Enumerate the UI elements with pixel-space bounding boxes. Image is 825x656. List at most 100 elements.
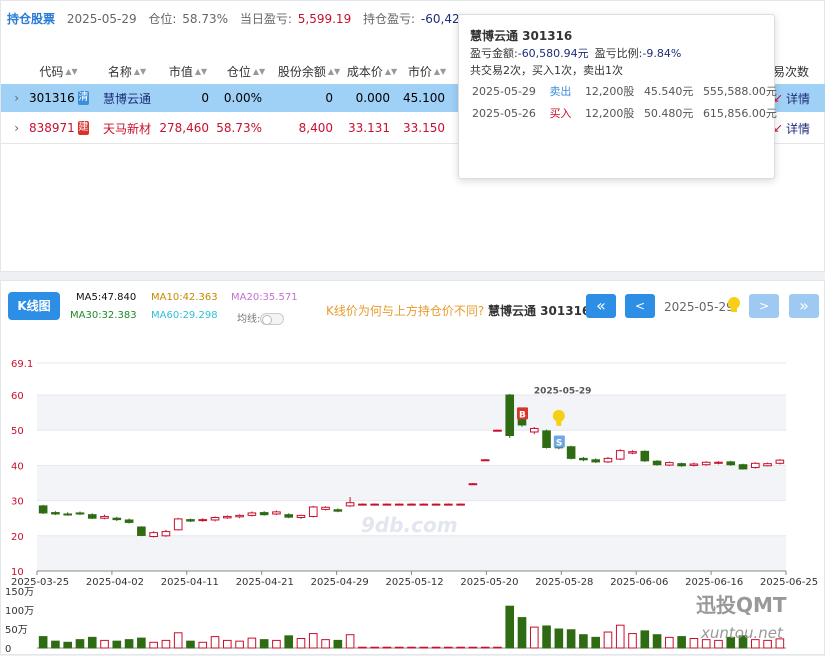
brand-logo: 迅投QMT [696,593,787,617]
candle-body [333,509,343,512]
kline-panel: K线图 MA5:47.840 MA10:42.363 MA20:35.571 M… [0,280,825,655]
brand-url: xuntou.net [700,624,784,642]
ma60-label: MA60:29.298 [151,310,218,321]
trade-row: 2025-05-29 卖出 12,200股 45.540元 555,588.00… [472,85,777,98]
kline-stock-name: 慧博云通 301316 [488,304,591,318]
prev-button[interactable]: < [625,294,655,318]
vol-tick-label: 150万 [5,587,34,598]
holdings-tab-title[interactable]: 持仓股票 [7,12,55,26]
y-tick-label: 60 [11,391,24,402]
volume-bar [247,637,257,649]
candle-body [358,503,367,506]
col-position[interactable]: 仓位 ▲▼ [227,59,265,83]
expand-icon[interactable]: › [9,114,19,142]
next-button[interactable]: > [749,294,779,318]
sell-marker-label: S [556,439,562,449]
shares: 8,400 [298,121,333,135]
kline-chart[interactable]: 69.16050403020109db.com2025-03-25 2025-04… [1,341,824,656]
y-tick-label: 69.1 [11,359,33,370]
volume-bar [63,641,73,649]
col-name[interactable]: 名称 ▲▼ [105,59,149,83]
stock-code: 301316 [29,91,75,105]
candle-body [345,502,355,507]
position-value: 58.73% [182,12,229,26]
volume-bar [198,641,208,649]
last-button[interactable]: » [789,294,819,318]
col-trade-count[interactable]: 易次数 [771,59,811,83]
volume-bar [677,636,686,649]
volume-bar [112,640,122,649]
detail-link[interactable]: 详情 [784,114,810,142]
volume-bar [640,630,650,649]
volume-bar [333,639,343,649]
expand-icon[interactable]: › [9,84,19,112]
volume-bar [566,629,576,649]
volume-bar [444,646,453,649]
volume-bar [321,639,330,649]
shares: 0 [325,91,333,105]
volume-bar [652,634,662,649]
col-shares[interactable]: 股份余额 ▲▼ [277,59,341,83]
volume-bar [210,636,220,649]
candle-body [38,505,48,514]
price-diff-question[interactable]: K线价为何与上方持仓价不同? [326,302,484,319]
avg-line-toggle[interactable]: 均线: [237,310,285,325]
col-code[interactable]: 代码 ▲▼ [39,59,77,83]
position-label: 仓位: [148,12,177,26]
volume-bar [308,633,318,649]
col-price[interactable]: 市价 ▲▼ [406,59,448,83]
stock-name[interactable]: 天马新材 [101,114,151,142]
volume-bar [284,635,294,649]
candle-body [124,519,134,523]
marker-bulb-base [556,420,562,426]
volume-bar [603,631,613,649]
position-pct: 0.00% [223,91,262,105]
y-tick-label: 20 [11,532,24,543]
candle-body [296,514,306,519]
candle-body [173,518,183,531]
candle-body [726,461,736,466]
grid-band [37,465,786,501]
kline-tab[interactable]: K线图 [8,292,60,320]
candle-body [321,506,330,510]
watermark: 9db.com [361,513,458,537]
candle-body [763,463,772,467]
volume-bar [419,646,429,649]
candle-body [640,450,650,462]
candle-body [100,515,109,519]
col-cost[interactable]: 成本价 ▲▼ [346,59,398,83]
bulb-icon[interactable] [726,296,742,316]
candle-body [394,503,404,506]
stock-name[interactable]: 慧博云通 [101,84,151,112]
detail-link[interactable]: 详情 [784,84,810,112]
volume-bar [591,636,600,649]
volume-bar [173,632,183,649]
tooltip-title: 慧博云通 301316 [470,29,573,43]
grid-band [37,535,786,571]
ma10-label: MA10:42.363 [151,292,218,303]
volume-bar [124,639,134,649]
candle-body [112,517,122,521]
volume-bar [554,628,564,649]
first-button[interactable]: « [586,294,616,318]
volume-bar [468,646,478,649]
candle-body [223,515,232,519]
y-tick-label: 30 [11,497,24,508]
candle-body [407,503,416,506]
volume-bar [75,639,85,649]
ma20-label: MA20:35.571 [231,292,298,303]
volume-bar [689,638,699,649]
candle-body [186,519,195,522]
toggle-switch[interactable] [260,313,285,325]
candle-body [665,462,674,466]
holdings-header: 持仓股票 2025-05-29 仓位: 58.73% 当日盈亏: 5,599.1… [7,10,494,27]
candle-body [750,462,760,469]
volume-bar [100,639,109,649]
pl-ratio: -9.84% [642,47,682,60]
volume-bar [358,646,367,649]
market-price: 33.150 [403,121,445,135]
col-market-value[interactable]: 市值 ▲▼ [169,59,207,83]
candle-body [161,531,171,537]
candle-body [591,459,600,463]
x-tick-label: 2025-06-06 [610,577,668,588]
